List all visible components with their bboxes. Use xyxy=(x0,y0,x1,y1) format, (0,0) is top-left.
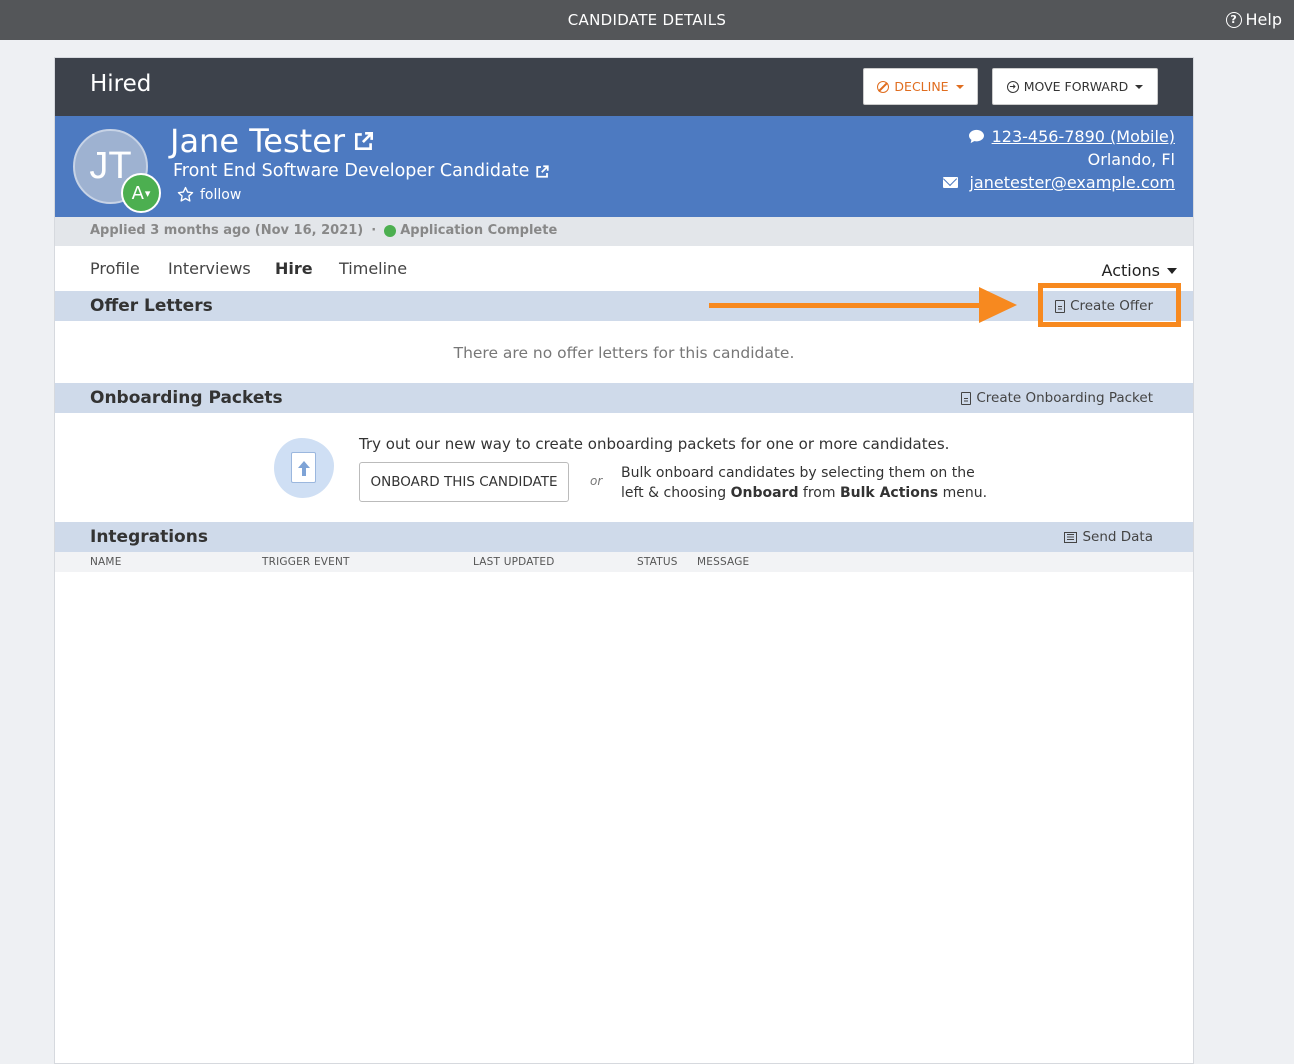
decline-label: DECLINE xyxy=(894,79,949,94)
annotation-arrow-head xyxy=(979,287,1017,323)
column-header[interactable]: LAST UPDATED xyxy=(473,556,555,568)
help-link[interactable]: ? Help xyxy=(1225,10,1282,29)
location-row: Orlando, Fl xyxy=(943,148,1175,171)
annotation-arrow-line xyxy=(709,303,983,308)
integrations-title: Integrations xyxy=(90,527,208,547)
applied-bar: Applied 3 months ago (Nov 16, 2021) · Ap… xyxy=(55,217,1193,246)
decline-button[interactable]: DECLINE xyxy=(863,68,978,105)
email-row: janetester@example.com xyxy=(943,171,1175,194)
onboarding-packets-header: Onboarding Packets Create Onboarding Pac… xyxy=(55,383,1193,413)
follow-button[interactable]: follow xyxy=(177,186,241,203)
create-onboarding-packet-button[interactable]: Create Onboarding Packet xyxy=(961,390,1153,406)
list-icon xyxy=(1064,531,1078,543)
candidate-card: Hired DECLINE ➜ MOVE FORWARD JT A ▾ Jane … xyxy=(54,57,1194,1064)
phone-link[interactable]: 123-456-7890 (Mobile) xyxy=(992,125,1175,148)
tab-interviews[interactable]: Interviews xyxy=(168,259,251,278)
contact-info: 123-456-7890 (Mobile) Orlando, Fl janete… xyxy=(943,125,1175,194)
help-label: Help xyxy=(1245,10,1282,29)
file-icon xyxy=(961,391,972,405)
envelope-icon xyxy=(943,177,959,188)
stage-bar: Hired DECLINE ➜ MOVE FORWARD xyxy=(55,58,1193,116)
top-bar: CANDIDATE DETAILS ? Help xyxy=(0,0,1294,40)
grade-badge[interactable]: A ▾ xyxy=(121,173,161,213)
external-link-icon[interactable] xyxy=(535,164,550,179)
location: Orlando, Fl xyxy=(1087,150,1175,169)
tab-timeline[interactable]: Timeline xyxy=(339,259,407,278)
status-dot-icon xyxy=(384,224,397,237)
email-link[interactable]: janetester@example.com xyxy=(969,171,1175,194)
application-status: Application Complete xyxy=(400,223,558,238)
tab-bar: Profile Interviews Hire Timeline Actions xyxy=(55,246,1193,291)
separator-dot: · xyxy=(371,223,377,238)
actions-menu[interactable]: Actions xyxy=(1102,261,1177,280)
star-icon xyxy=(177,186,194,202)
column-header[interactable]: NAME xyxy=(90,556,122,568)
or-text: or xyxy=(590,474,603,488)
empty-offer-message: There are no offer letters for this cand… xyxy=(453,344,795,362)
tab-profile[interactable]: Profile xyxy=(90,259,140,278)
external-link-icon[interactable] xyxy=(353,130,375,152)
move-forward-button[interactable]: ➜ MOVE FORWARD xyxy=(992,68,1158,105)
candidate-name-row: Jane Tester xyxy=(170,122,375,160)
grade-label: A xyxy=(131,182,144,204)
offer-letters-header: Offer Letters Create Offer xyxy=(55,291,1193,321)
page-title: CANDIDATE DETAILS xyxy=(567,11,727,29)
follow-label: follow xyxy=(200,186,242,203)
column-header[interactable]: TRIGGER EVENT xyxy=(262,556,350,568)
onboarding-promo-text: Try out our new way to create onboarding… xyxy=(359,435,950,453)
stage-label: Hired xyxy=(90,71,152,97)
caret-down-icon xyxy=(955,84,964,89)
arrow-circle-right-icon: ➜ xyxy=(1006,80,1019,93)
column-header[interactable]: STATUS xyxy=(637,556,678,568)
applied-date: Applied 3 months ago (Nov 16, 2021) xyxy=(90,223,364,238)
integrations-header: Integrations Send Data xyxy=(55,522,1193,552)
job-title-row: Front End Software Developer Candidate xyxy=(173,161,550,181)
question-circle-icon: ? xyxy=(1225,11,1242,28)
create-onboarding-packet-label: Create Onboarding Packet xyxy=(976,390,1153,406)
onboard-this-candidate-button[interactable]: ONBOARD THIS CANDIDATE xyxy=(359,462,569,502)
phone-row: 123-456-7890 (Mobile) xyxy=(943,125,1175,148)
send-data-button[interactable]: Send Data xyxy=(1064,529,1153,545)
candidate-name: Jane Tester xyxy=(170,122,346,160)
integrations-table-header: NAME TRIGGER EVENT LAST UPDATED STATUS M… xyxy=(55,552,1193,572)
offer-letters-title: Offer Letters xyxy=(90,296,213,316)
job-title: Front End Software Developer Candidate xyxy=(173,161,530,181)
caret-down-icon xyxy=(1167,267,1177,274)
file-upload-icon xyxy=(274,438,334,498)
annotation-highlight-box xyxy=(1038,283,1181,327)
move-forward-label: MOVE FORWARD xyxy=(1023,79,1129,94)
actions-label: Actions xyxy=(1101,261,1160,280)
column-header[interactable]: MESSAGE xyxy=(697,556,749,568)
onboarding-packets-title: Onboarding Packets xyxy=(90,388,283,408)
send-data-label: Send Data xyxy=(1082,529,1153,545)
tab-hire[interactable]: Hire xyxy=(275,259,313,278)
ban-icon xyxy=(877,80,890,93)
comment-icon xyxy=(968,129,984,144)
candidate-header: JT A ▾ Jane Tester Front End Software Dev… xyxy=(55,116,1193,217)
caret-down-icon xyxy=(1135,84,1144,89)
bulk-onboard-text: Bulk onboard candidates by selecting the… xyxy=(621,465,988,501)
